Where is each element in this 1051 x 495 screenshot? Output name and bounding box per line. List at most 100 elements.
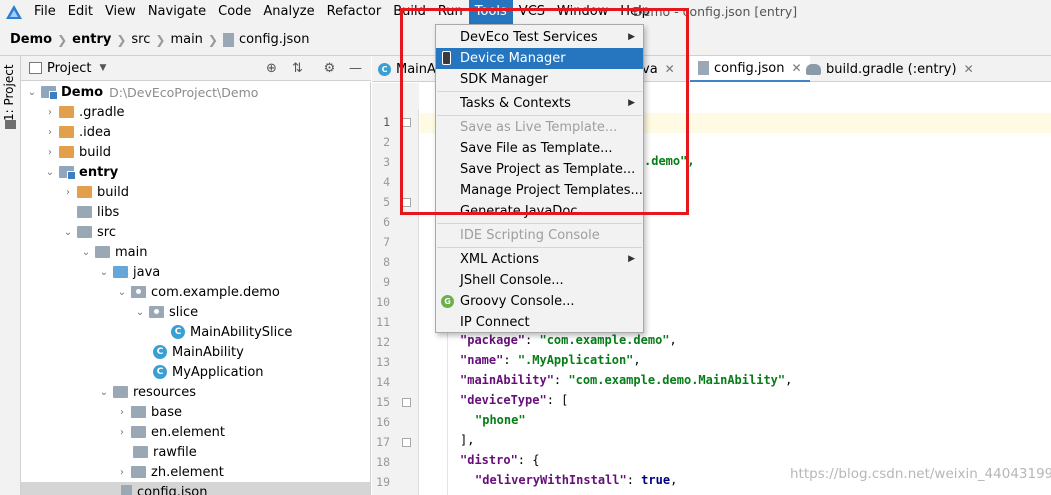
menu-file[interactable]: File bbox=[28, 0, 62, 24]
code-line-19: "deliveryWithInstall": true, bbox=[475, 473, 678, 487]
menu-separator bbox=[437, 223, 642, 224]
breadcrumb-item-main[interactable]: main bbox=[170, 32, 202, 47]
line-number: 18 bbox=[376, 455, 390, 469]
json-key: "name" bbox=[460, 353, 504, 367]
tree-item-slice[interactable]: ⌄ slice bbox=[21, 302, 370, 322]
tree-item-myapplication[interactable]: C MyApplication bbox=[21, 362, 370, 382]
menu-refactor[interactable]: Refactor bbox=[321, 0, 388, 24]
menu-item-label: XML Actions bbox=[460, 252, 539, 267]
tree-item-package[interactable]: ⌄ com.example.demo bbox=[21, 282, 370, 302]
chevron-down-icon[interactable]: ⌄ bbox=[133, 307, 147, 318]
chevron-down-icon[interactable]: ⌄ bbox=[97, 267, 111, 278]
project-tool-window-button[interactable]: 1: Project bbox=[2, 64, 16, 122]
breadcrumb-item-config[interactable]: config.json bbox=[222, 32, 309, 47]
tree-item-label: rawfile bbox=[153, 444, 197, 460]
chevron-right-icon[interactable]: › bbox=[115, 407, 129, 418]
chevron-right-icon[interactable]: › bbox=[115, 467, 129, 478]
tree-item-main[interactable]: ⌄ main bbox=[21, 242, 370, 262]
chevron-right-icon[interactable]: › bbox=[43, 107, 57, 118]
source-folder-icon bbox=[113, 266, 128, 278]
close-icon[interactable]: ✕ bbox=[964, 62, 974, 76]
chevron-right-icon[interactable]: › bbox=[43, 147, 57, 158]
json-file-icon bbox=[698, 61, 709, 75]
tree-item-java[interactable]: ⌄ java bbox=[21, 262, 370, 282]
folder-icon bbox=[59, 106, 74, 118]
tree-item-en-element[interactable]: › en.element bbox=[21, 422, 370, 442]
tree-item-gradle[interactable]: › .gradle bbox=[21, 102, 370, 122]
breadcrumb-item-entry[interactable]: entry bbox=[72, 32, 111, 47]
breadcrumb-label: Demo bbox=[10, 32, 53, 47]
chevron-down-icon[interactable]: ⌄ bbox=[61, 227, 75, 238]
menu-item-label: Groovy Console... bbox=[460, 294, 575, 309]
tree-item-mainability[interactable]: C MainAbility bbox=[21, 342, 370, 362]
tree-item-build[interactable]: › build bbox=[21, 142, 370, 162]
project-view-icon bbox=[29, 62, 42, 74]
folder-icon bbox=[131, 426, 146, 438]
tree-item-base[interactable]: › base bbox=[21, 402, 370, 422]
code-line-14: "mainAbility": "com.example.demo.MainAbi… bbox=[460, 373, 793, 387]
code-line-15: "deviceType": [ bbox=[460, 393, 569, 407]
menu-view[interactable]: View bbox=[99, 0, 142, 24]
menu-item-jshell-console[interactable]: JShell Console... bbox=[436, 270, 643, 291]
gear-icon[interactable]: ⚙ bbox=[321, 60, 338, 77]
fold-marker-icon[interactable] bbox=[402, 438, 411, 447]
breadcrumb-label: entry bbox=[72, 32, 112, 47]
fold-marker-icon[interactable] bbox=[402, 398, 411, 407]
tree-item-resources[interactable]: ⌄ resources bbox=[21, 382, 370, 402]
chevron-right-icon: ❯ bbox=[57, 32, 68, 47]
tree-item-rawfile[interactable]: rawfile bbox=[21, 442, 370, 462]
folder-icon bbox=[95, 246, 110, 258]
tree-item-zh-element[interactable]: › zh.element bbox=[21, 462, 370, 482]
tree-item-label: build bbox=[79, 144, 111, 160]
line-number: 6 bbox=[383, 215, 390, 229]
tab-config-json[interactable]: config.json ✕ bbox=[690, 56, 810, 82]
tree-item-label: MyApplication bbox=[172, 364, 264, 380]
breadcrumb-item-demo[interactable]: Demo bbox=[10, 32, 52, 47]
json-brace: { bbox=[532, 453, 540, 467]
tab-build-gradle[interactable]: build.gradle (:entry) ✕ bbox=[806, 56, 974, 82]
target-icon[interactable]: ⊕ bbox=[263, 60, 280, 77]
line-number: 9 bbox=[383, 275, 390, 289]
chevron-down-icon[interactable]: ⌄ bbox=[79, 247, 93, 258]
chevron-right-icon[interactable]: › bbox=[43, 127, 57, 138]
menu-item-ip-connect[interactable]: IP Connect bbox=[436, 312, 643, 333]
breadcrumb-label: main bbox=[170, 32, 203, 47]
line-number: 15 bbox=[376, 395, 390, 409]
line-number: 12 bbox=[376, 335, 390, 349]
tree-item-label: MainAbility bbox=[172, 344, 244, 360]
folder-icon bbox=[133, 446, 148, 458]
breadcrumb-item-src[interactable]: src bbox=[131, 32, 150, 47]
tree-item-entry[interactable]: ⌄ entry bbox=[21, 162, 370, 182]
menu-item-groovy-console[interactable]: G Groovy Console... bbox=[436, 291, 643, 312]
close-icon[interactable]: ✕ bbox=[792, 61, 802, 75]
tree-item-entry-build[interactable]: › build bbox=[21, 182, 370, 202]
collapse-all-icon[interactable]: ⇅ bbox=[289, 60, 306, 77]
tree-item-src[interactable]: ⌄ src bbox=[21, 222, 370, 242]
menu-item-xml-actions[interactable]: XML Actions ▶ bbox=[436, 249, 643, 270]
menu-navigate[interactable]: Navigate bbox=[142, 0, 212, 24]
tree-item-label: main bbox=[115, 244, 148, 260]
chevron-down-icon[interactable]: ⌄ bbox=[25, 87, 39, 98]
chevron-right-icon[interactable]: › bbox=[115, 427, 129, 438]
line-number: 7 bbox=[383, 235, 390, 249]
menu-analyze[interactable]: Analyze bbox=[257, 0, 320, 24]
project-view-selector[interactable]: Project ▼ bbox=[29, 61, 106, 76]
chevron-right-icon[interactable]: › bbox=[61, 187, 75, 198]
tree-item-libs[interactable]: libs bbox=[21, 202, 370, 222]
json-string: "phone" bbox=[475, 413, 526, 427]
tool-window-stripe: 1: Project bbox=[0, 56, 21, 495]
tree-item-config-json[interactable]: config.json bbox=[21, 482, 370, 495]
menu-code[interactable]: Code bbox=[212, 0, 257, 24]
tree-item-demo[interactable]: ⌄ Demo D:\DevEcoProject\Demo bbox=[21, 82, 370, 102]
tree-item-mainabilityslice[interactable]: C MainAbilitySlice bbox=[21, 322, 370, 342]
chevron-down-icon[interactable]: ⌄ bbox=[97, 387, 111, 398]
package-icon bbox=[149, 306, 164, 318]
chevron-down-icon[interactable]: ⌄ bbox=[43, 167, 57, 178]
class-icon: C bbox=[153, 345, 167, 359]
tree-item-idea[interactable]: › .idea bbox=[21, 122, 370, 142]
minimize-icon[interactable]: — bbox=[347, 60, 364, 77]
json-bracket: [ bbox=[561, 393, 569, 407]
chevron-down-icon[interactable]: ⌄ bbox=[115, 287, 129, 298]
menu-edit[interactable]: Edit bbox=[62, 0, 99, 24]
json-key: "distro" bbox=[460, 453, 518, 467]
